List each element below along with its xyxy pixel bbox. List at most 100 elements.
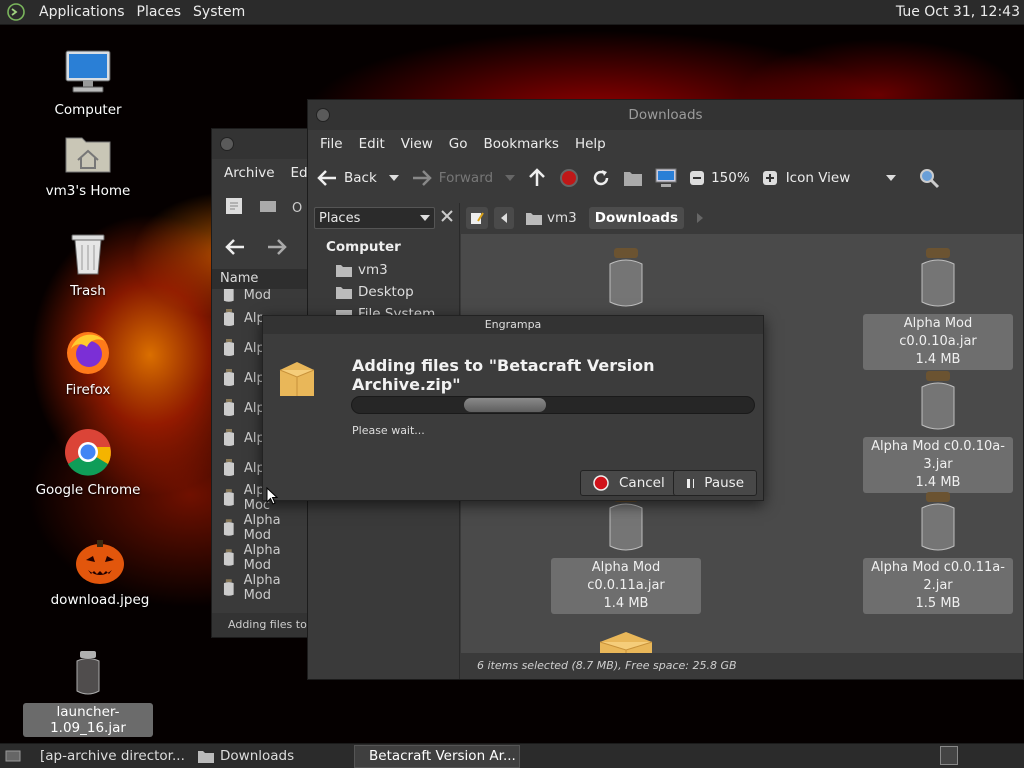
mate-logo-icon[interactable] xyxy=(5,1,27,23)
zoom-out-button[interactable] xyxy=(689,170,705,186)
pause-icon xyxy=(687,479,695,488)
back-button[interactable]: Back xyxy=(316,169,377,187)
show-desktop-icon[interactable] xyxy=(0,745,26,768)
caja-statusbar: 6 items selected (8.7 MB), Free space: 2… xyxy=(461,653,1023,679)
dialog-heading: Adding files to "Betacraft Version Archi… xyxy=(352,356,655,394)
view-mode-select[interactable]: Icon View xyxy=(786,170,896,186)
applications-menu[interactable]: Applications xyxy=(33,4,131,20)
desktop-icon-chrome[interactable]: Google Chrome xyxy=(23,424,153,498)
jar-file-icon xyxy=(863,244,1013,310)
taskbar-item-downloads[interactable]: Downloads xyxy=(190,745,354,768)
image-file-icon xyxy=(35,530,165,590)
archive-file-row[interactable]: Alpha Mod xyxy=(212,543,310,573)
archive-file-row[interactable]: Alpha Mod xyxy=(212,289,310,303)
stop-button[interactable] xyxy=(559,168,579,188)
menu-bookmarks[interactable]: Bookmarks xyxy=(476,136,567,152)
engrampa-titlebar[interactable] xyxy=(212,129,310,159)
window-menu-button[interactable] xyxy=(220,137,234,151)
zoom-level[interactable]: 150% xyxy=(711,170,750,186)
file-item[interactable]: Alpha Mod c0.0.11a-2.jar 1.5 MB xyxy=(863,488,1013,614)
path-scroll-left-icon[interactable] xyxy=(494,207,514,229)
file-item[interactable]: Alpha Mod c0.0.10a-3.jar 1.4 MB xyxy=(863,367,1013,493)
sidebar-type-select[interactable]: Places xyxy=(314,207,435,229)
reload-button[interactable] xyxy=(591,168,611,188)
mouse-cursor-icon xyxy=(266,487,278,505)
file-name: Alpha Mod c0.0.10a.jar xyxy=(899,316,977,349)
archive-file-row[interactable]: Alpha Mod xyxy=(212,573,310,603)
back-history-dropdown[interactable] xyxy=(388,175,399,181)
file-name: Alpha Mod c0.0.11a.jar xyxy=(587,560,665,593)
close-sidebar-icon[interactable] xyxy=(441,210,453,226)
forward-history-dropdown[interactable] xyxy=(505,175,516,181)
system-menu[interactable]: System xyxy=(187,4,251,20)
taskbar-item-archive[interactable]: Betacraft Version Ar... xyxy=(354,744,520,768)
forward-arrow-icon[interactable] xyxy=(266,238,288,260)
up-button[interactable] xyxy=(527,168,547,188)
zoom-in-button[interactable] xyxy=(762,170,778,186)
forward-button[interactable]: Forward xyxy=(411,169,493,187)
menu-edit[interactable]: Edit xyxy=(351,136,393,152)
sidebar-item-vm3[interactable]: vm3 xyxy=(308,259,459,281)
sidebar-item-label: Desktop xyxy=(358,284,414,300)
dropdown-arrow-icon xyxy=(420,215,430,221)
desktop-icon-launcher-jar[interactable]: launcher-1.09_16.jar xyxy=(23,645,153,737)
cancel-label: Cancel xyxy=(619,475,665,491)
path-label: vm3 xyxy=(547,210,577,226)
jar-file-icon xyxy=(223,489,234,506)
clock[interactable]: Tue Oct 31, 12:43 xyxy=(896,4,1020,20)
desktop-icon-trash[interactable]: Trash xyxy=(23,225,153,299)
downloads-titlebar[interactable]: Downloads xyxy=(308,100,1023,130)
dialog-title[interactable]: Engrampa xyxy=(263,316,763,334)
dropdown-arrow-icon xyxy=(505,175,516,181)
archive-file-name: Alpha Mod xyxy=(243,573,281,603)
menu-file[interactable]: File xyxy=(312,136,351,152)
jar-file-icon xyxy=(863,367,1013,433)
file-caption: Alpha Mod c0.0.11a-2.jar 1.5 MB xyxy=(863,558,1013,614)
file-item[interactable] xyxy=(551,244,701,310)
folder-icon xyxy=(198,751,214,763)
progress-pulse xyxy=(464,398,546,412)
desktop-icon-label: launcher-1.09_16.jar xyxy=(23,703,153,737)
zoom-in-icon xyxy=(762,171,777,185)
top-panel: Applications Places System Tue Oct 31, 1… xyxy=(0,0,1024,25)
menu-help[interactable]: Help xyxy=(567,136,614,152)
pause-button[interactable]: Pause xyxy=(673,470,757,496)
jar-file-icon xyxy=(224,339,234,356)
file-item[interactable]: Alpha Mod c0.0.10a.jar 1.4 MB xyxy=(863,244,1013,370)
up-arrow-icon xyxy=(529,168,545,186)
file-item[interactable] xyxy=(551,606,701,653)
window-menu-button[interactable] xyxy=(316,108,330,122)
places-menu[interactable]: Places xyxy=(131,4,188,20)
home-button[interactable] xyxy=(623,169,643,187)
desktop-icon-firefox[interactable]: Firefox xyxy=(23,324,153,398)
desktop-icon-computer[interactable]: Computer xyxy=(23,44,153,118)
desktop-icon-home[interactable]: vm3's Home xyxy=(23,125,153,199)
column-header-name[interactable]: Name xyxy=(212,269,310,289)
taskbar-item-chrome[interactable]: [ap-archive director... xyxy=(26,745,190,768)
back-arrow-icon[interactable] xyxy=(224,238,246,260)
open-archive-icon[interactable] xyxy=(258,196,278,220)
jar-file-icon xyxy=(863,488,1013,554)
archive-file-row[interactable]: Alpha Mod xyxy=(212,513,310,543)
caja-toolbar: Back Forward 150% Icon View xyxy=(308,158,1023,198)
menu-view[interactable]: View xyxy=(393,136,441,152)
desktop-folder-icon xyxy=(336,287,352,299)
menu-archive[interactable]: Archive xyxy=(216,165,283,181)
menu-go[interactable]: Go xyxy=(441,136,476,152)
path-scroll-right-icon[interactable] xyxy=(690,207,710,229)
toolbar-open-label[interactable]: O xyxy=(292,201,302,216)
file-item[interactable]: Alpha Mod c0.0.11a.jar 1.4 MB xyxy=(551,488,701,614)
path-button-vm3[interactable]: vm3 xyxy=(520,207,583,229)
cancel-button[interactable]: Cancel xyxy=(580,470,678,496)
computer-button[interactable] xyxy=(655,168,677,188)
desktop-icon-download-jpeg[interactable]: download.jpeg xyxy=(35,530,165,608)
home-folder-icon xyxy=(23,125,153,181)
taskbar-item-label: [ap-archive director... xyxy=(40,748,185,764)
sidebar-item-desktop[interactable]: Desktop xyxy=(308,281,459,303)
home-folder-icon xyxy=(526,213,542,225)
workspace-switcher[interactable] xyxy=(940,746,958,765)
path-button-downloads[interactable]: Downloads xyxy=(588,207,685,229)
edit-location-icon[interactable] xyxy=(466,207,488,229)
new-archive-icon[interactable] xyxy=(224,196,244,220)
search-button[interactable] xyxy=(918,167,940,189)
